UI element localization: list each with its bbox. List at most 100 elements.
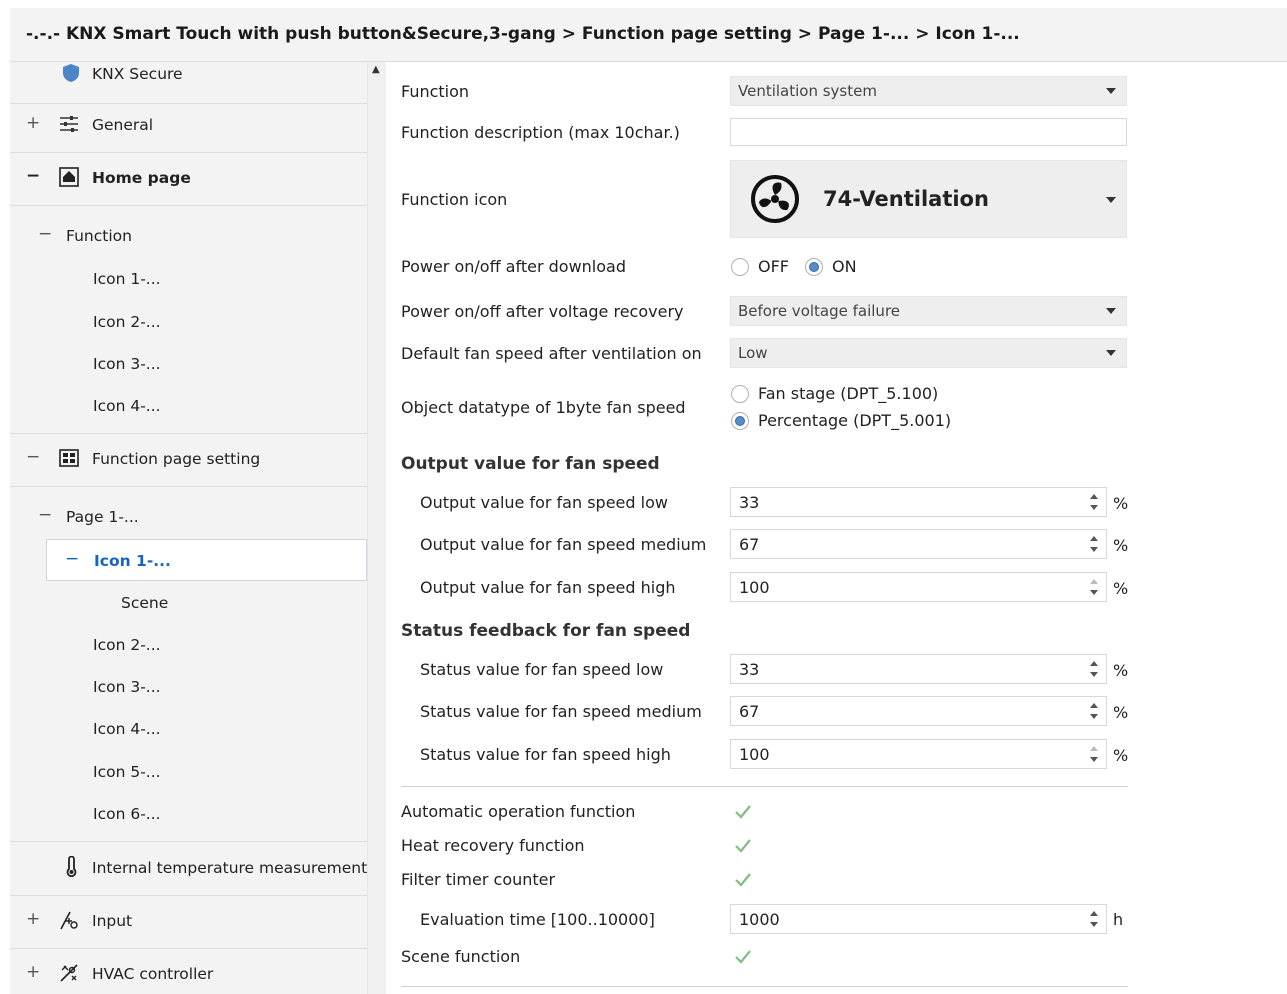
- sidebar-item-label: Icon 3-...: [93, 678, 161, 696]
- decrement-icon[interactable]: [1090, 505, 1098, 510]
- sidebar-item-label: Icon 1-...: [93, 270, 161, 288]
- expand-icon[interactable]: +: [26, 113, 40, 133]
- sidebar-item-function-page-setting[interactable]: − Function page setting: [10, 435, 367, 487]
- percent-unit: %: [1113, 661, 1129, 680]
- decrement-icon[interactable]: [1090, 590, 1098, 595]
- sidebar-item-label: Input: [92, 912, 133, 930]
- status-high-stepper[interactable]: 100: [730, 739, 1107, 769]
- function-label: Function: [401, 82, 470, 101]
- scene-function-checkbox[interactable]: [734, 948, 752, 966]
- sidebar-item-home-page[interactable]: − Home page: [10, 154, 367, 206]
- sidebar-item-label: Function: [66, 227, 132, 245]
- increment-icon[interactable]: [1090, 746, 1098, 751]
- function-dropdown[interactable]: Ventilation system: [730, 76, 1127, 106]
- output-high-stepper[interactable]: 100: [730, 572, 1107, 602]
- decrement-icon[interactable]: [1090, 547, 1098, 552]
- scroll-up-icon[interactable]: ▲: [372, 64, 380, 75]
- status-feedback-section-title: Status feedback for fan speed: [401, 621, 691, 641]
- sidebar-item-label: Icon 2-...: [93, 313, 161, 331]
- filter-timer-label: Filter timer counter: [401, 870, 556, 889]
- sidebar-item-label: Icon 1-...: [94, 552, 171, 570]
- output-low-stepper[interactable]: 33: [730, 487, 1107, 517]
- sidebar-item-knx-secure[interactable]: KNX Secure: [10, 62, 367, 104]
- expand-icon[interactable]: +: [26, 962, 40, 982]
- status-medium-stepper[interactable]: 67: [730, 696, 1107, 726]
- function-description-label: Function description (max 10char.): [401, 123, 680, 142]
- sidebar-item-icon-1-selected[interactable]: − Icon 1-...: [46, 539, 367, 581]
- power-off-label: OFF: [758, 257, 789, 276]
- function-icon-dropdown[interactable]: 74-Ventilation: [730, 160, 1127, 238]
- output-medium-stepper[interactable]: 67: [730, 529, 1107, 559]
- object-datatype-label: Object datatype of 1byte fan speed: [401, 398, 686, 417]
- filter-timer-checkbox[interactable]: [734, 871, 752, 889]
- increment-icon[interactable]: [1090, 911, 1098, 916]
- decrement-icon[interactable]: [1090, 757, 1098, 762]
- increment-icon[interactable]: [1090, 494, 1098, 499]
- sidebar-item-input[interactable]: + Input: [10, 897, 367, 949]
- increment-icon[interactable]: [1090, 579, 1098, 584]
- sidebar-item-general[interactable]: + General: [10, 101, 367, 153]
- hvac-icon: [60, 964, 78, 982]
- divider: [401, 786, 1128, 787]
- chevron-down-icon: [1106, 308, 1116, 314]
- status-medium-value: 67: [739, 702, 760, 721]
- sidebar-item-internal-temperature[interactable]: Internal temperature measurement: [10, 844, 367, 896]
- power-on-radio[interactable]: [805, 258, 823, 276]
- percentage-radio[interactable]: [731, 412, 749, 430]
- collapse-icon[interactable]: −: [38, 505, 52, 525]
- sidebar-item-home-icon-4[interactable]: Icon 4-...: [10, 382, 367, 434]
- power-off-radio[interactable]: [731, 258, 749, 276]
- collapse-icon[interactable]: −: [26, 447, 40, 467]
- parameter-panel: Function Ventilation system Function des…: [386, 62, 1287, 994]
- sidebar-item-page-icon-6[interactable]: Icon 6-...: [10, 790, 367, 842]
- percentage-label: Percentage (DPT_5.001): [758, 411, 952, 430]
- expand-icon[interactable]: +: [26, 909, 40, 929]
- decrement-icon[interactable]: [1090, 922, 1098, 927]
- increment-icon[interactable]: [1090, 703, 1098, 708]
- sidebar-item-label: KNX Secure: [92, 65, 183, 83]
- output-high-value: 100: [739, 578, 770, 597]
- sidebar-scrollbar[interactable]: ▲: [367, 62, 386, 994]
- sidebar-item-label: Home page: [92, 169, 191, 187]
- sidebar-item-label: Icon 4-...: [93, 720, 161, 738]
- function-description-input[interactable]: [730, 118, 1127, 146]
- heat-recovery-checkbox[interactable]: [734, 837, 752, 855]
- power-after-voltage-recovery-label: Power on/off after voltage recovery: [401, 302, 684, 321]
- divider: [401, 986, 1128, 987]
- evaluation-time-value: 1000: [739, 910, 780, 929]
- shield-icon: [63, 64, 79, 82]
- output-low-label: Output value for fan speed low: [420, 493, 668, 512]
- percent-unit: %: [1113, 536, 1129, 555]
- power-after-voltage-recovery-dropdown[interactable]: Before voltage failure: [730, 296, 1127, 326]
- function-value: Ventilation system: [738, 82, 877, 100]
- chevron-down-icon: [1106, 88, 1116, 94]
- output-medium-value: 67: [739, 535, 760, 554]
- evaluation-time-stepper[interactable]: 1000: [730, 904, 1107, 934]
- output-high-label: Output value for fan speed high: [420, 578, 676, 597]
- collapse-icon[interactable]: −: [26, 166, 40, 186]
- decrement-icon[interactable]: [1090, 714, 1098, 719]
- collapse-icon[interactable]: −: [38, 224, 52, 244]
- percent-unit: %: [1113, 494, 1129, 513]
- default-fan-speed-dropdown[interactable]: Low: [730, 338, 1127, 368]
- output-value-section-title: Output value for fan speed: [401, 454, 660, 474]
- sidebar-item-hvac-controller[interactable]: + HVAC controller: [10, 950, 367, 994]
- function-icon-value: 74-Ventilation: [823, 187, 989, 211]
- sidebar-item-page-1[interactable]: − Page 1-...: [10, 493, 367, 545]
- sidebar-item-label: Icon 5-...: [93, 763, 161, 781]
- input-icon: [60, 911, 78, 930]
- increment-icon[interactable]: [1090, 536, 1098, 541]
- collapse-icon[interactable]: −: [65, 549, 79, 569]
- fan-stage-label: Fan stage (DPT_5.100): [758, 384, 939, 403]
- sidebar-tree: KNX Secure + General − Home page − Funct…: [10, 62, 367, 994]
- increment-icon[interactable]: [1090, 661, 1098, 666]
- fan-stage-radio[interactable]: [731, 385, 749, 403]
- decrement-icon[interactable]: [1090, 672, 1098, 677]
- hours-unit: h: [1113, 910, 1124, 929]
- automatic-operation-checkbox[interactable]: [734, 803, 752, 821]
- sidebar-item-label: Icon 4-...: [93, 397, 161, 415]
- heat-recovery-label: Heat recovery function: [401, 836, 585, 855]
- sidebar-item-label: Icon 6-...: [93, 805, 161, 823]
- status-medium-label: Status value for fan speed medium: [420, 702, 702, 721]
- status-low-stepper[interactable]: 33: [730, 654, 1107, 684]
